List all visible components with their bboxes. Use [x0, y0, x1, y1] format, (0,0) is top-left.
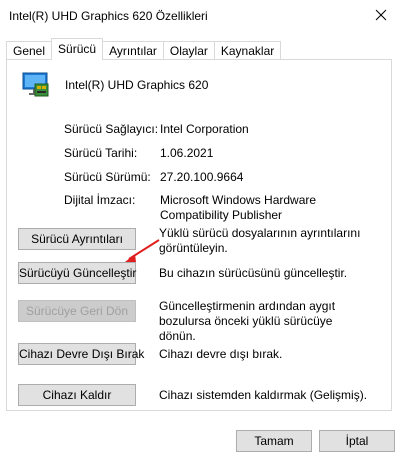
- tab-general[interactable]: Genel: [6, 41, 53, 60]
- ok-button[interactable]: Tamam: [236, 430, 312, 452]
- roll-back-driver-button[interactable]: Sürücüye Geri Dön: [18, 300, 136, 322]
- update-driver-description: Bu cihazın sürücüsünü güncelleştir.: [159, 266, 348, 280]
- title-bar: Intel(R) UHD Graphics 620 Özellikleri: [0, 0, 400, 32]
- driver-date-label: Sürücü Tarihi:: [64, 146, 138, 160]
- digital-signer-label: Dijital İmzacı:: [64, 193, 136, 207]
- close-button[interactable]: [362, 0, 400, 30]
- tab-resources[interactable]: Kaynaklar: [213, 41, 282, 60]
- cancel-button[interactable]: İptal: [319, 430, 395, 452]
- window-title: Intel(R) UHD Graphics 620 Özellikleri: [9, 9, 208, 23]
- driver-provider-value: Intel Corporation: [160, 122, 249, 136]
- digital-signer-value: Microsoft Windows Hardware Compatibility…: [160, 193, 317, 222]
- device-name: Intel(R) UHD Graphics 620: [65, 78, 209, 92]
- tab-details[interactable]: Ayrıntılar: [102, 41, 164, 60]
- update-driver-button[interactable]: Sürücüyü Güncelleştir: [18, 262, 136, 284]
- display-adapter-icon: [22, 72, 49, 97]
- driver-details-description: Yüklü sürücü dosyalarının ayrıntılarını …: [159, 226, 361, 255]
- driver-provider-label: Sürücü Sağlayıcı:: [64, 122, 159, 136]
- driver-date-value: 1.06.2021: [160, 146, 214, 160]
- uninstall-device-description: Cihazı sistemden kaldırmak (Gelişmiş).: [159, 388, 368, 402]
- disable-device-button[interactable]: Cihazı Devre Dışı Bırak: [18, 343, 144, 365]
- tab-events[interactable]: Olaylar: [162, 41, 215, 60]
- driver-details-button[interactable]: Sürücü Ayrıntıları: [18, 228, 136, 250]
- tab-strip: Genel Sürücü Ayrıntılar Olaylar Kaynakla…: [6, 38, 282, 60]
- disable-device-description: Cihazı devre dışı bırak.: [159, 347, 283, 361]
- properties-dialog: Intel(R) UHD Graphics 620 Özellikleri Ge…: [0, 0, 400, 454]
- driver-version-value: 27.20.100.9664: [160, 170, 244, 184]
- close-icon: [375, 9, 387, 21]
- roll-back-driver-description: Güncelleştirmenin ardından aygıt bozulur…: [159, 299, 336, 343]
- driver-version-label: Sürücü Sürümü:: [64, 170, 151, 184]
- tab-driver[interactable]: Sürücü: [51, 38, 104, 60]
- uninstall-device-button[interactable]: Cihazı Kaldır: [18, 384, 136, 406]
